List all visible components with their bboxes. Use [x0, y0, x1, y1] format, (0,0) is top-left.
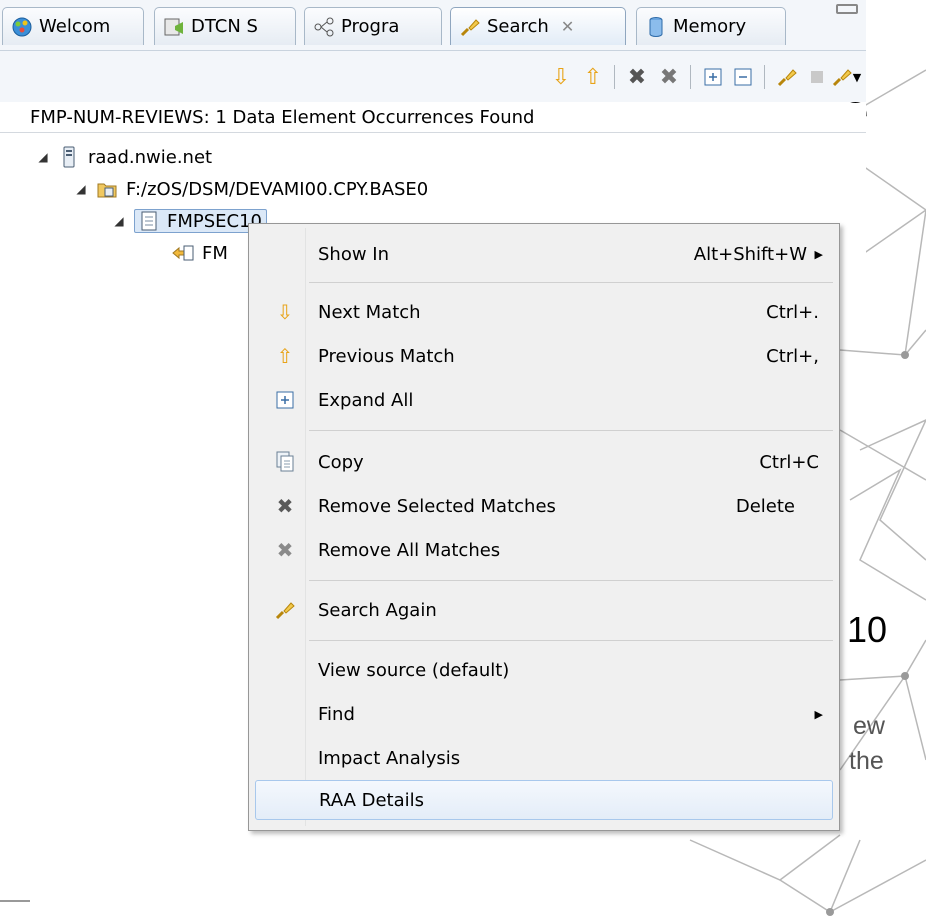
menu-item-label: Next Match: [318, 301, 421, 323]
dtcn-icon: [164, 18, 183, 35]
dataset-label: F:/zOS/DSM/DEVAMI00.CPY.BASE0: [126, 178, 429, 200]
tab-program[interactable]: Progra: [304, 7, 442, 45]
tab-label: Search: [487, 16, 549, 37]
context-menu: Show In Alt+Shift+W ▶ ⇩ Next Match Ctrl+…: [248, 223, 840, 831]
tab-memory[interactable]: Memory: [636, 7, 786, 45]
tab-label: Welcom: [39, 16, 111, 37]
menu-item-label: Copy: [318, 451, 364, 473]
program-icon: [314, 17, 334, 36]
menu-item-previous-match[interactable]: ⇧ Previous Match Ctrl+,: [249, 336, 839, 376]
menu-item-label: Expand All: [318, 389, 414, 411]
tab-search[interactable]: Search ✕: [450, 7, 626, 45]
menu-item-remove-selected-matches[interactable]: ✖ Remove Selected Matches Delete: [249, 486, 839, 526]
menu-item-label: Impact Analysis: [318, 747, 461, 769]
submenu-arrow-icon: ▶: [814, 247, 823, 261]
remove-selected-icon[interactable]: ✖: [624, 63, 650, 91]
collapse-all-icon[interactable]: [730, 63, 756, 91]
submenu-arrow-icon: ▶: [814, 707, 823, 721]
menu-item-raa-details[interactable]: RAA Details: [255, 780, 833, 820]
tab-dtcn[interactable]: DTCN S: [154, 7, 296, 45]
menu-item-impact-analysis[interactable]: Impact Analysis: [249, 738, 839, 778]
view-tab-bar: Welcom DTCN S Progra Search ✕ Memory: [0, 0, 866, 50]
tree-node-dataset[interactable]: ◢ F:/zOS/DSM/DEVAMI00.CPY.BASE0: [74, 174, 428, 204]
occurrence-label: FM: [202, 242, 228, 264]
search-icon: [460, 18, 480, 36]
expand-all-icon[interactable]: [700, 63, 726, 91]
stop-icon[interactable]: [804, 63, 830, 91]
toolbar-separator: [614, 65, 615, 89]
menu-item-label: View source (default): [318, 659, 510, 681]
menu-item-shortcut: Ctrl+C: [759, 451, 819, 473]
menu-item-label: Search Again: [318, 599, 437, 621]
search-history-icon[interactable]: ▼: [828, 63, 864, 91]
menu-item-shortcut: Delete: [735, 495, 795, 517]
tree-node-member[interactable]: ◢ FMPSEC10: [112, 206, 268, 236]
menu-item-label: Find: [318, 703, 355, 725]
previous-match-icon: ⇧: [276, 344, 294, 368]
menu-item-label: Show In: [318, 243, 390, 265]
menu-item-find[interactable]: Find ▶: [249, 694, 839, 734]
chevron-down-icon: ▼: [852, 70, 862, 84]
view-toolbar: ⇩ ⇧ ✖ ✖ ▼: [0, 50, 866, 102]
menu-separator: [309, 640, 833, 641]
menu-item-show-in[interactable]: Show In Alt+Shift+W ▶: [249, 234, 839, 274]
menu-item-view-source[interactable]: View source (default): [249, 650, 839, 690]
copy-icon: [273, 450, 297, 474]
server-icon: [63, 146, 75, 168]
menu-item-shortcut: Ctrl+,: [766, 345, 819, 367]
welcome-icon: [12, 17, 32, 36]
minimize-button[interactable]: [836, 4, 858, 14]
tab-welcome[interactable]: Welcom: [2, 7, 144, 45]
tab-label: Memory: [673, 16, 747, 37]
menu-item-next-match[interactable]: ⇩ Next Match Ctrl+.: [249, 292, 839, 332]
next-match-icon: ⇩: [276, 300, 294, 324]
previous-match-icon[interactable]: ⇧: [580, 63, 606, 91]
menu-separator: [309, 580, 833, 581]
tab-label: Progra: [341, 16, 400, 37]
toolbar-separator: [690, 65, 691, 89]
background-slide-text: the: [849, 747, 884, 775]
menu-item-shortcut: Ctrl+.: [766, 301, 819, 323]
tab-label: DTCN S: [191, 16, 258, 37]
expand-triangle-icon[interactable]: ◢: [36, 150, 50, 164]
menu-separator: [309, 430, 833, 431]
search-again-icon[interactable]: [774, 63, 800, 91]
member-file-icon: [141, 211, 157, 231]
occurrence-icon: [172, 245, 194, 261]
toolbar-separator: [764, 65, 765, 89]
menu-item-label: Remove Selected Matches: [318, 495, 556, 517]
expand-triangle-icon[interactable]: ◢: [112, 214, 126, 228]
tree-node-occurrence[interactable]: FM: [172, 238, 228, 268]
menu-item-remove-all-matches[interactable]: ✖ Remove All Matches: [249, 530, 839, 570]
menu-item-shortcut: Alt+Shift+W: [693, 243, 807, 265]
menu-item-label: Previous Match: [318, 345, 455, 367]
background-slide-text: 10: [847, 609, 888, 650]
expand-triangle-icon[interactable]: ◢: [74, 182, 88, 196]
dataset-icon: [97, 183, 117, 198]
remove-all-icon[interactable]: ✖: [656, 63, 682, 91]
close-icon[interactable]: ✕: [561, 17, 574, 36]
host-label: raad.nwie.net: [88, 146, 213, 168]
expand-all-icon: [273, 388, 297, 412]
search-again-icon: [273, 598, 297, 622]
next-match-icon[interactable]: ⇩: [548, 63, 574, 91]
menu-item-search-again[interactable]: Search Again: [249, 590, 839, 630]
partial-icon: [0, 900, 30, 919]
background-slide-text: ew: [853, 712, 885, 740]
menu-item-label: RAA Details: [319, 789, 425, 811]
remove-selected-icon: ✖: [276, 494, 294, 518]
menu-item-label: Remove All Matches: [318, 539, 501, 561]
menu-item-copy[interactable]: Copy Ctrl+C: [249, 442, 839, 482]
memory-icon: [649, 16, 663, 37]
search-results-header: FMP-NUM-REVIEWS: 1 Data Element Occurren…: [0, 103, 866, 133]
remove-all-icon: ✖: [276, 538, 294, 562]
tree-node-host[interactable]: ◢ raad.nwie.net: [36, 142, 212, 172]
menu-separator: [309, 282, 833, 283]
menu-item-expand-all[interactable]: Expand All: [249, 380, 839, 420]
